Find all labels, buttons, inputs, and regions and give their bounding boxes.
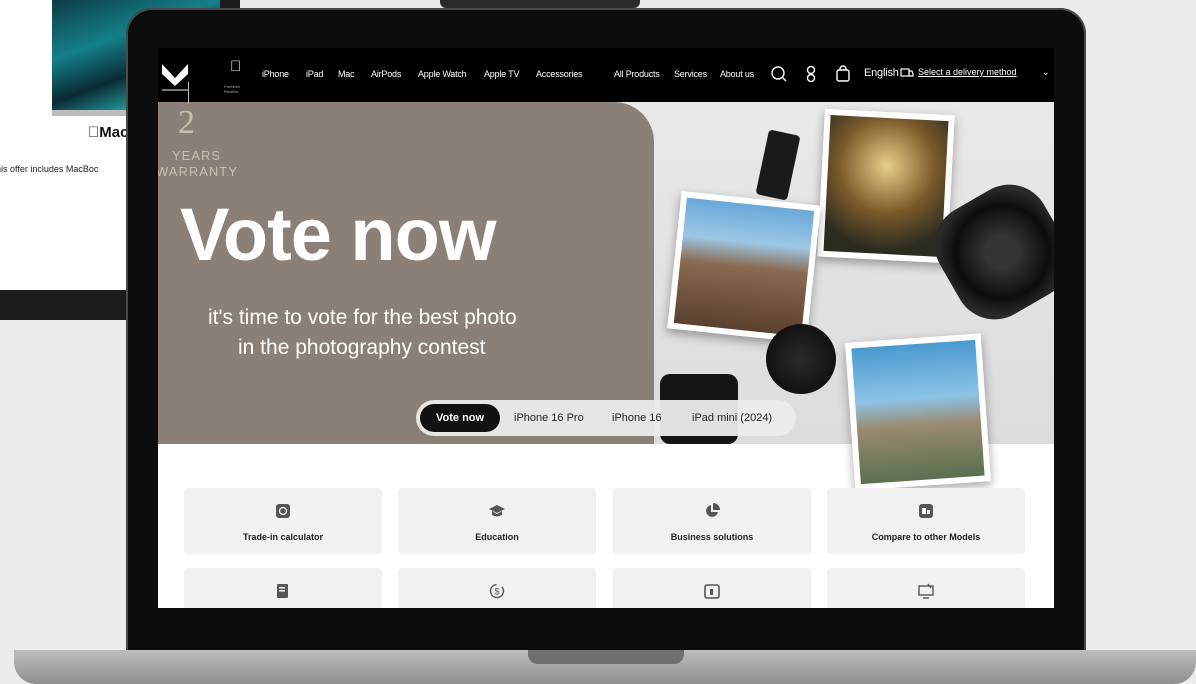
trade-in-icon <box>276 504 290 518</box>
reseller-caption: Premium Reseller <box>224 84 241 94</box>
tab-ipad-mini-2024[interactable]: iPad mini (2024) <box>692 412 772 424</box>
nav-link-apple-tv[interactable]: Apple TV <box>484 69 519 79</box>
service-card-label: Education <box>475 532 519 542</box>
monitor-icon <box>918 583 934 599</box>
warranty-divider <box>188 82 189 104</box>
service-card-devices[interactable] <box>827 568 1025 608</box>
nav-link-ipad[interactable]: iPad <box>306 69 323 79</box>
tab-iphone-16[interactable]: iPhone 16 <box>612 412 662 424</box>
laptop-notch <box>528 650 684 664</box>
search-icon[interactable] <box>770 65 788 83</box>
service-card-label: Trade-in calculator <box>242 532 324 542</box>
apple-reseller-badge[interactable]:  Premium Reseller <box>222 56 252 96</box>
warranty-label: WARRANTY <box>158 164 238 179</box>
warranty-years-number: 2 <box>178 104 195 141</box>
nav-link-apple-watch[interactable]: Apple Watch <box>418 69 467 79</box>
service-card-payment[interactable]: $ <box>398 568 596 608</box>
hero-subtitle-line1: it's time to vote for the best photo <box>208 306 517 329</box>
pie-chart-icon <box>706 503 720 517</box>
tab-iphone-16-pro[interactable]: iPhone 16 Pro <box>514 412 584 424</box>
laptop-screen:  Premium Reseller iPhone iPad Mac AirPo… <box>158 48 1054 608</box>
warranty-years-label: YEARS <box>172 148 222 163</box>
service-card-education[interactable]: Education <box>398 488 596 554</box>
old-building-photo <box>667 191 821 343</box>
top-navigation:  Premium Reseller iPhone iPad Mac AirPo… <box>158 48 1054 102</box>
nav-link-mac[interactable]: Mac <box>338 69 355 79</box>
nav-link-all-products[interactable]: All Products <box>614 69 660 79</box>
nav-link-airpods[interactable]: AirPods <box>371 69 401 79</box>
service-card-label: Compare to other Models <box>871 532 981 542</box>
old-station-photo <box>845 333 991 491</box>
shopping-bag-icon[interactable] <box>834 65 852 83</box>
store-logo-icon[interactable] <box>160 56 190 96</box>
hero-text-panel: 2 YEARS WARRANTY Vote now it's time to v… <box>158 82 654 444</box>
lens-cap-image <box>766 324 836 394</box>
tab-vote-now[interactable]: Vote now <box>420 404 501 432</box>
nav-link-accessories[interactable]: Accessories <box>536 69 583 79</box>
service-card-trade-in[interactable]: Trade-in calculator <box>184 488 382 554</box>
background-device <box>440 0 640 8</box>
dollar-cycle-icon: $ <box>489 583 505 599</box>
compare-icon <box>919 504 933 518</box>
delivery-truck-icon <box>900 68 914 77</box>
background-brand-label: Mac <box>88 124 128 141</box>
service-card-schedule[interactable] <box>613 568 811 608</box>
hero-title: Vote now <box>180 193 496 276</box>
background-offer-text: his offer includes MacBoc <box>0 164 99 174</box>
film-canister-image <box>755 129 801 201</box>
service-card-business[interactable]: Business solutions <box>613 488 811 554</box>
service-card-documents[interactable] <box>184 568 382 608</box>
svg-text:$: $ <box>494 587 499 597</box>
language-switch[interactable]: English <box>864 67 899 79</box>
nav-link-about-us[interactable]: About us <box>720 69 754 79</box>
service-card-compare[interactable]: Compare to other Models <box>827 488 1025 554</box>
delivery-method-selector[interactable]: Select a delivery method <box>918 67 1017 77</box>
chevron-down-icon[interactable]: ⌄ <box>1042 67 1050 78</box>
service-card-label: Business solutions <box>670 532 754 542</box>
nav-link-services[interactable]: Services <box>674 69 707 79</box>
hero-banner[interactable]: 2 YEARS WARRANTY Vote now it's time to v… <box>158 82 1054 491</box>
calendar-icon <box>704 584 720 599</box>
account-icon[interactable] <box>802 65 820 83</box>
document-icon <box>277 584 288 598</box>
hero-subtitle-line2: in the photography contest <box>238 336 486 359</box>
nav-link-iphone[interactable]: iPhone <box>262 69 289 79</box>
graduation-cap-icon <box>489 505 505 517</box>
apple-logo-icon:  <box>230 58 241 75</box>
hero-tab-bar: Vote now iPhone 16 Pro iPhone 16 iPad mi… <box>416 400 796 436</box>
